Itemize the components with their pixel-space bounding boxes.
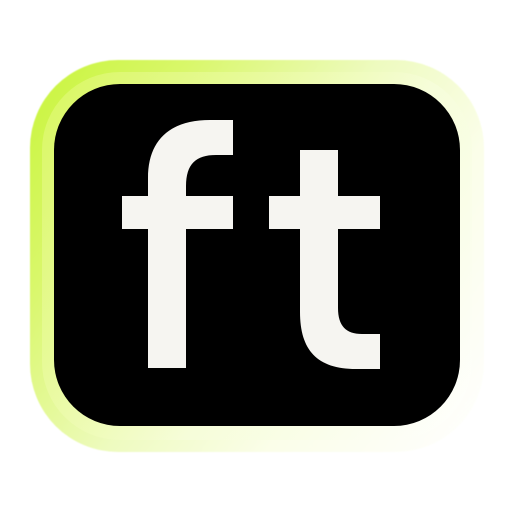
letter-f-glyph — [122, 120, 233, 368]
app-icon-canvas — [0, 0, 512, 512]
letter-t-glyph — [269, 150, 380, 369]
ft-logo-icon — [122, 120, 380, 369]
